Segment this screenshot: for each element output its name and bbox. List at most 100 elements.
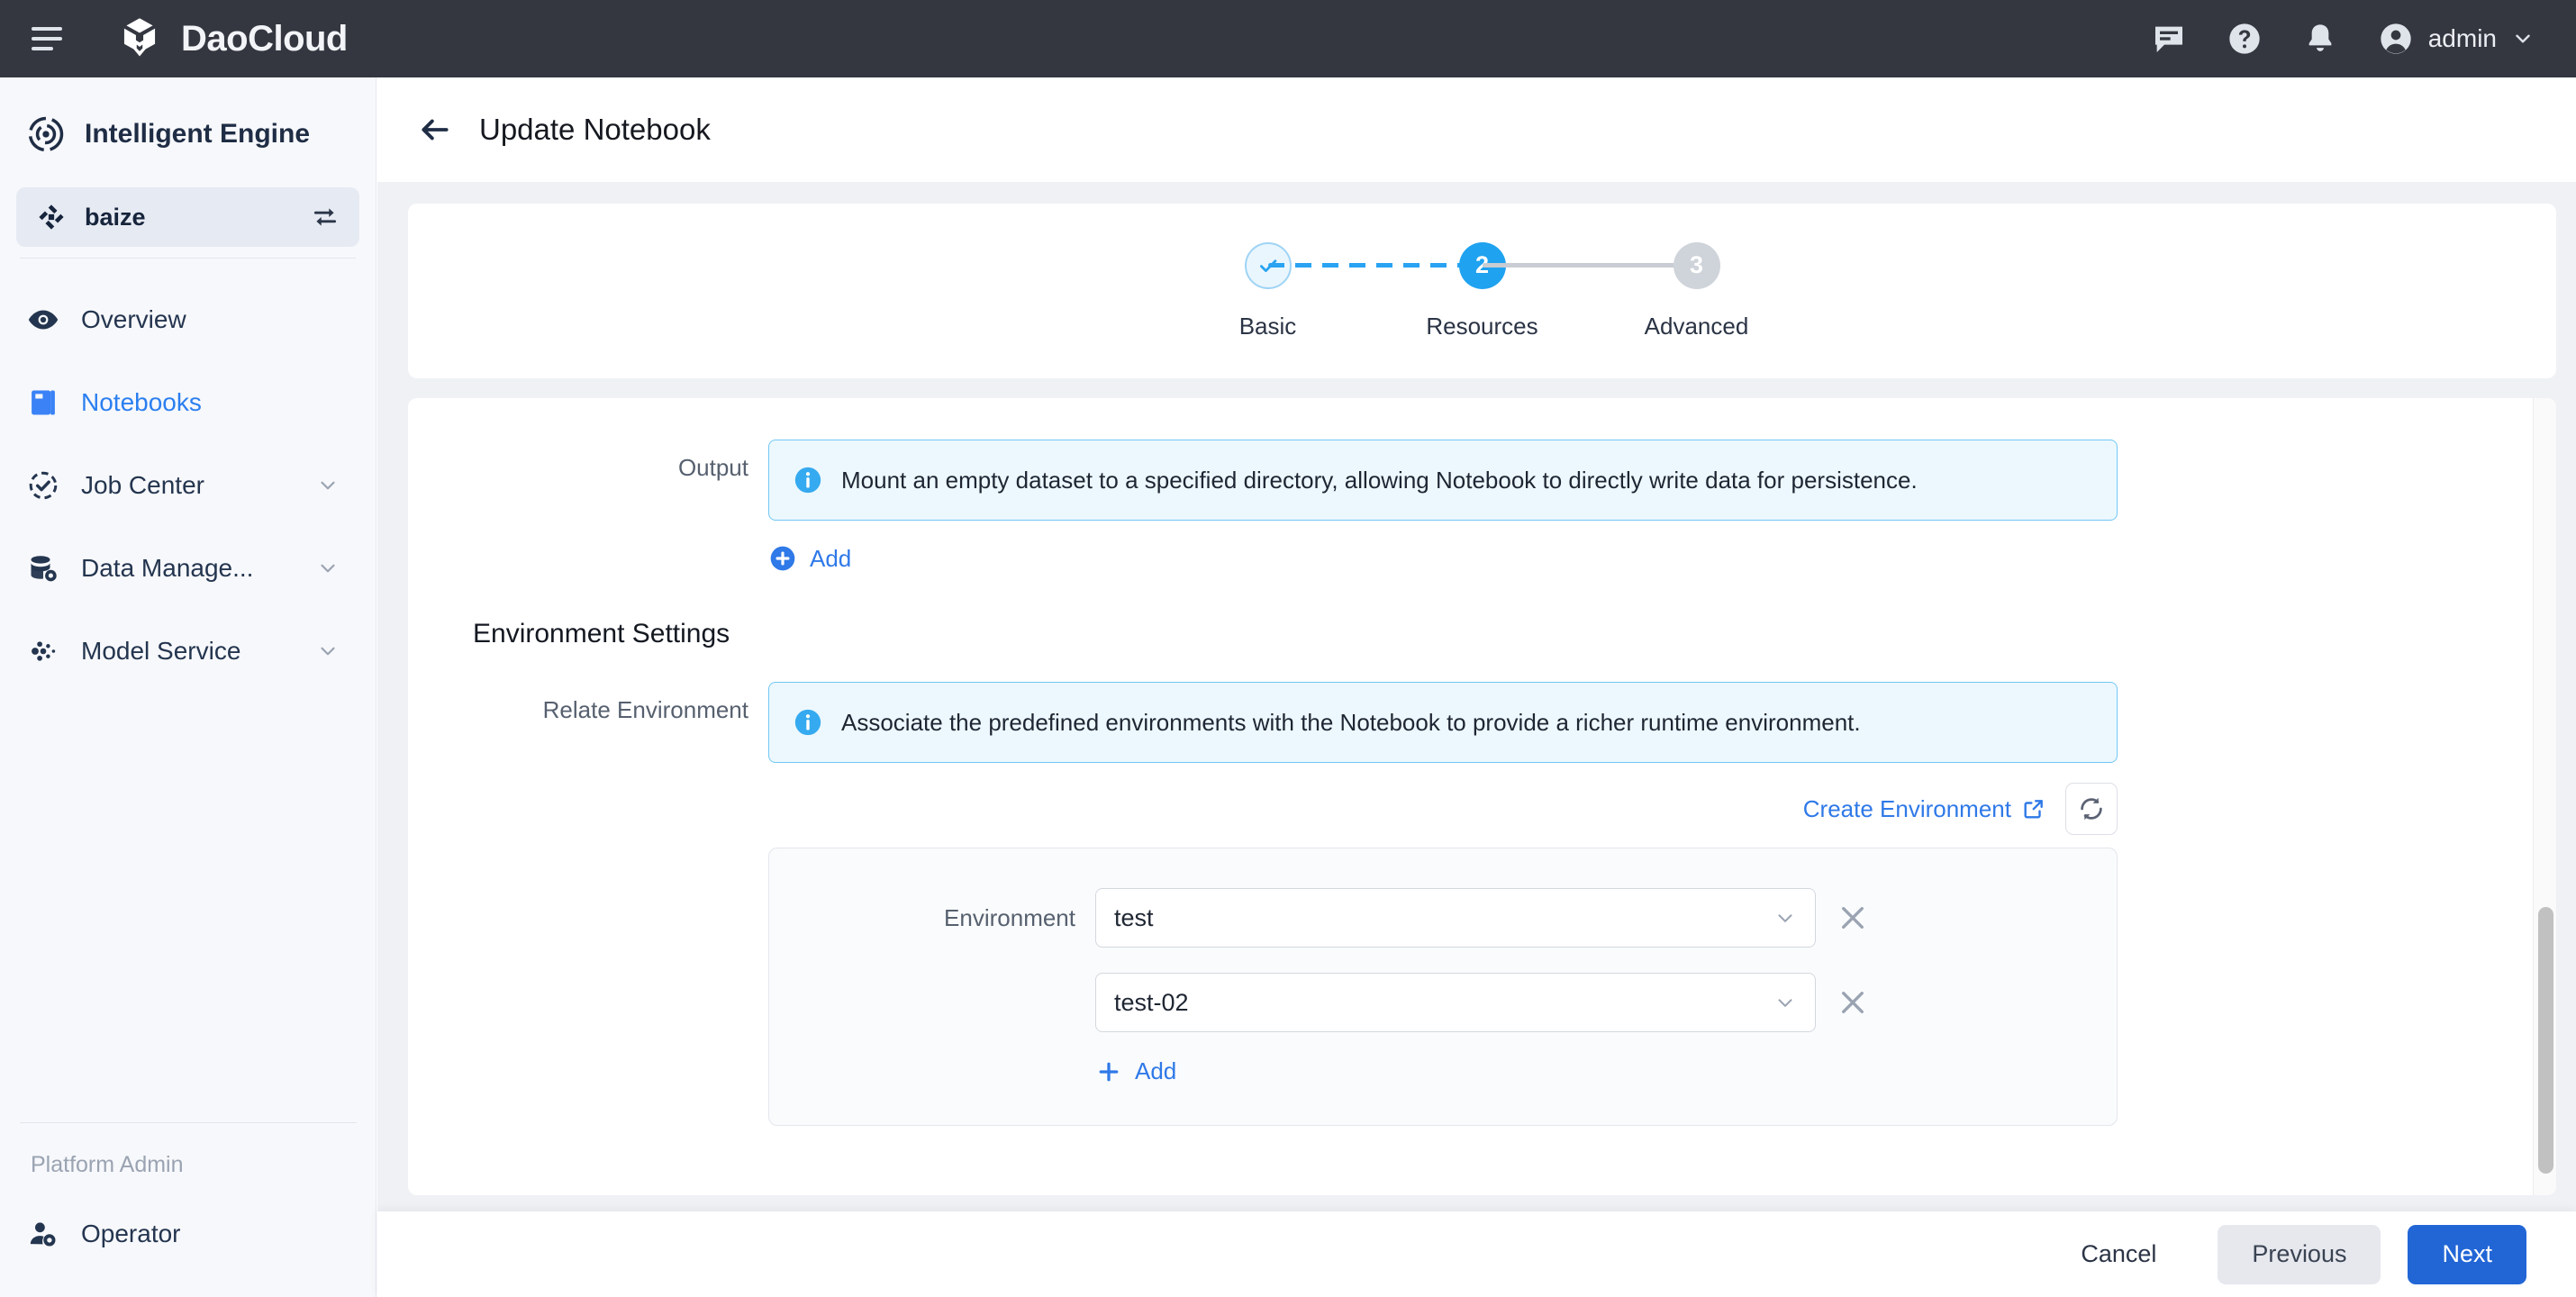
workspace-icon xyxy=(39,204,64,230)
intelligent-engine-icon xyxy=(28,116,64,152)
product-title-label: Intelligent Engine xyxy=(85,119,311,149)
sidebar-item-model-service[interactable]: Model Service xyxy=(0,610,376,693)
sidebar: Intelligent Engine baize Overview Notebo… xyxy=(0,77,376,1297)
help-icon[interactable] xyxy=(2227,21,2263,57)
bell-icon[interactable] xyxy=(2302,21,2338,57)
output-add-label: Add xyxy=(810,544,852,572)
sidebar-item-data-management[interactable]: Data Manage... xyxy=(0,527,376,610)
environment-select-1[interactable]: test xyxy=(1095,888,1816,948)
environment-panel: Environment test test-02 Add xyxy=(768,848,2118,1126)
sync-icon[interactable] xyxy=(311,203,340,231)
top-bar: DaoCloud admin xyxy=(0,0,2576,77)
stepper-connector-1 xyxy=(1267,242,1483,289)
environment-select-1-value: test xyxy=(1114,903,1154,931)
form-card: Output Mount an empty dataset to a speci… xyxy=(408,398,2556,1195)
daocloud-logo-icon xyxy=(123,18,156,57)
stepper-connector-2 xyxy=(1482,242,1697,289)
remove-environment-2-icon[interactable] xyxy=(1836,985,1870,1020)
page-header: Update Notebook xyxy=(377,77,2576,182)
chevron-down-icon[interactable] xyxy=(1773,906,1797,930)
create-environment-label: Create Environment xyxy=(1802,794,2011,822)
chevron-down-icon[interactable] xyxy=(316,557,340,580)
sidebar-item-label: Notebooks xyxy=(81,388,202,416)
sidebar-item-label: Overview xyxy=(81,305,186,333)
environment-select-row: Environment test xyxy=(769,888,2117,948)
book-icon xyxy=(32,390,55,415)
sidebar-item-overview[interactable]: Overview xyxy=(0,278,376,361)
chevron-down-icon[interactable] xyxy=(2511,27,2535,50)
environment-add-row: Add xyxy=(769,1057,2117,1085)
database-gear-icon xyxy=(31,556,57,582)
top-bar-actions: admin xyxy=(2151,21,2576,57)
avatar xyxy=(2381,23,2411,54)
info-icon xyxy=(794,467,821,494)
environment-add-label: Add xyxy=(1135,1057,1177,1084)
sidebar-nav: Overview Notebooks Job Center Data Manag… xyxy=(0,278,376,693)
sidebar-item-job-center[interactable]: Job Center xyxy=(0,444,376,527)
environment-add-button[interactable]: Add xyxy=(1095,1057,1176,1085)
chevron-down-icon[interactable] xyxy=(316,474,340,497)
chat-icon[interactable] xyxy=(2151,21,2187,57)
form-footer: Cancel Previous Next xyxy=(377,1211,2576,1297)
external-link-icon xyxy=(2024,800,2043,819)
user-menu[interactable]: admin xyxy=(2378,21,2535,57)
content-area: Basic 2 Resources 3 Advanced Output xyxy=(377,182,2576,1211)
environment-select-2[interactable]: test-02 xyxy=(1095,973,1816,1032)
sidebar-item-label: Operator xyxy=(81,1220,181,1247)
relate-environment-info-text: Associate the predefined environments wi… xyxy=(841,708,1861,736)
plus-icon xyxy=(1099,1062,1119,1081)
stepper: Basic 2 Resources 3 Advanced xyxy=(1239,241,1748,340)
create-environment-link[interactable]: Create Environment xyxy=(1803,795,2045,823)
cancel-button[interactable]: Cancel xyxy=(2046,1225,2191,1284)
step-resources-label: Resources xyxy=(1426,312,1538,340)
chevron-down-icon[interactable] xyxy=(316,639,340,663)
hamburger-icon[interactable] xyxy=(32,27,62,50)
sidebar-item-label: Model Service xyxy=(81,637,241,665)
content-scrollbar-thumb[interactable] xyxy=(2538,907,2553,1174)
refresh-icon xyxy=(2081,797,2102,821)
product-title: Intelligent Engine xyxy=(0,77,376,153)
relate-environment-label: Relate Environment xyxy=(542,696,748,723)
eye-icon xyxy=(28,310,59,330)
workspace-label: baize xyxy=(85,203,146,231)
info-icon xyxy=(794,709,821,736)
brand-logo-link[interactable]: DaoCloud xyxy=(116,15,348,62)
output-label: Output xyxy=(677,454,748,481)
step-advanced-dot: 3 xyxy=(1673,241,1720,289)
relate-environment-row: Relate Environment Associate the predefi… xyxy=(408,682,2556,1126)
environment-select-row: test-02 xyxy=(769,973,2117,1032)
refresh-environments-button[interactable] xyxy=(2065,783,2118,835)
output-info-text: Mount an empty dataset to a specified di… xyxy=(841,466,1918,494)
output-row: Output Mount an empty dataset to a speci… xyxy=(408,440,2556,577)
remove-environment-1-icon[interactable] xyxy=(1836,901,1870,935)
sidebar-footer: Platform Admin Operator xyxy=(0,1122,376,1297)
model-nodes-icon xyxy=(32,641,56,661)
output-info-box: Mount an empty dataset to a specified di… xyxy=(768,440,2118,521)
sidebar-item-operator[interactable]: Operator xyxy=(0,1193,376,1275)
next-button[interactable]: Next xyxy=(2408,1224,2526,1284)
user-name: admin xyxy=(2427,24,2497,52)
sidebar-item-label: Data Manage... xyxy=(81,554,254,582)
sidebar-group-label: Platform Admin xyxy=(31,1152,184,1177)
brand-name: DaoCloud xyxy=(181,18,348,59)
step-advanced-label: Advanced xyxy=(1644,312,1749,340)
sidebar-item-notebooks[interactable]: Notebooks xyxy=(0,361,376,444)
plus-circle-icon xyxy=(770,546,795,571)
content-scrollbar-track[interactable] xyxy=(2533,398,2556,1195)
environment-actions: Create Environment xyxy=(768,783,2118,835)
output-add-button[interactable]: Add xyxy=(768,544,851,573)
previous-button[interactable]: Previous xyxy=(2218,1224,2381,1284)
back-arrow-icon[interactable] xyxy=(418,113,452,147)
task-check-icon xyxy=(29,471,58,500)
environment-select-2-value: test-02 xyxy=(1114,988,1189,1016)
page-title: Update Notebook xyxy=(479,113,711,146)
relate-environment-info-box: Associate the predefined environments wi… xyxy=(768,682,2118,763)
chevron-down-icon[interactable] xyxy=(1773,991,1797,1014)
user-gear-icon xyxy=(30,1222,56,1247)
environment-row-label: Environment xyxy=(944,903,1075,931)
step-basic-label: Basic xyxy=(1238,312,1297,340)
stepper-card: Basic 2 Resources 3 Advanced xyxy=(408,204,2556,378)
sidebar-item-label: Job Center xyxy=(81,471,204,499)
environment-settings-title: Environment Settings xyxy=(473,619,730,648)
sidebar-workspace-baize[interactable]: baize xyxy=(16,187,359,247)
